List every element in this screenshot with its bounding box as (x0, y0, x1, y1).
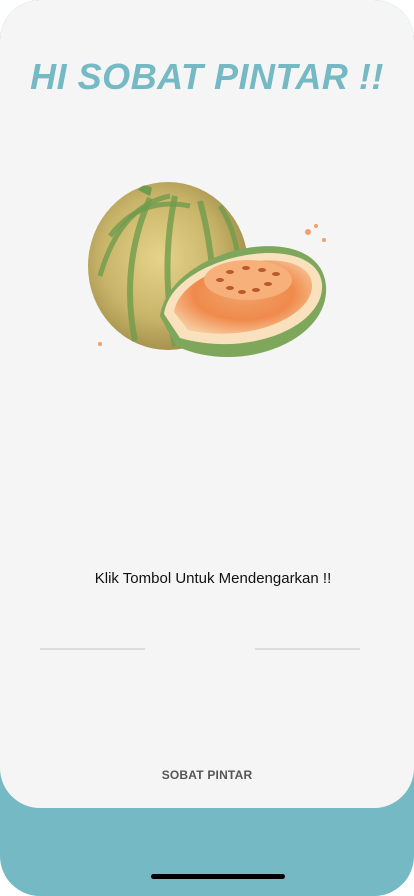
home-indicator[interactable] (151, 874, 285, 879)
page-title: HI SOBAT PINTAR !! (30, 56, 384, 97)
app-screen: HI SOBAT PINTAR !! Klik Tombol Untuk Men… (0, 0, 414, 896)
divider-right (255, 648, 360, 650)
divider-left (40, 648, 145, 650)
footer-brand: SOBAT PINTAR (161, 768, 253, 782)
content-card: HI SOBAT PINTAR !! Klik Tombol Untuk Men… (0, 0, 414, 808)
cantaloupe-melon-icon[interactable] (80, 176, 336, 382)
instruction-text: Klik Tombol Untuk Mendengarkan !! (94, 570, 332, 587)
